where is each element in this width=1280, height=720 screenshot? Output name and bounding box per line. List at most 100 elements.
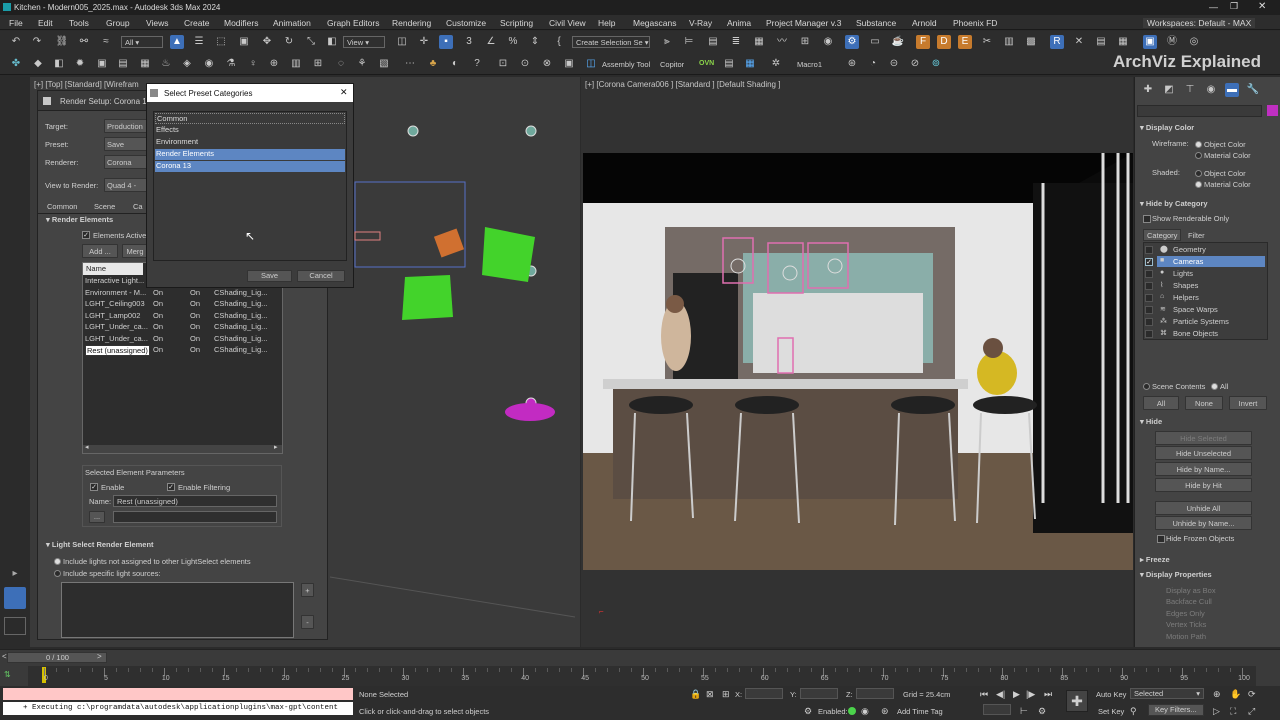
hierarchy-tab-icon[interactable]: ⊤ [1183, 83, 1197, 97]
key-filter-icon[interactable]: ⚲ [1130, 706, 1137, 717]
fov-icon[interactable]: ▷ [1213, 706, 1220, 717]
create-tab-icon[interactable]: ✚ [1141, 83, 1155, 97]
category-checkbox[interactable] [1145, 270, 1153, 278]
light-icon[interactable]: ♨ [159, 57, 173, 71]
menu-file[interactable]: File [9, 18, 23, 28]
menu-vray[interactable]: V-Ray [689, 18, 712, 28]
isolate-icon[interactable]: ◉ [861, 706, 869, 717]
category-item-label[interactable]: Bone Objects [1173, 329, 1218, 338]
tab-scene[interactable]: Scene [94, 202, 115, 213]
tool4-icon[interactable]: R [1050, 35, 1064, 49]
time-next-icon[interactable]: > [97, 652, 102, 661]
tool-v-icon[interactable]: ▤ [722, 57, 736, 71]
prev-frame-icon[interactable]: ◀| [996, 689, 1005, 700]
tool-r-icon[interactable]: ⊙ [518, 57, 532, 71]
camera-viewport-label[interactable]: [+] [Corona Camera006 ] [Standard ] [Def… [585, 80, 780, 89]
ribbon-icon[interactable]: ▦ [752, 35, 766, 49]
viewport-layout-icon[interactable] [4, 587, 26, 609]
all-radio[interactable] [1211, 383, 1218, 390]
tool-o-icon[interactable]: ⋯ [403, 57, 417, 71]
pivot-icon[interactable]: ◫ [395, 35, 409, 49]
menu-help[interactable]: Help [598, 18, 615, 28]
layer-explorer-icon[interactable]: ≣ [729, 35, 743, 49]
tool-f-icon[interactable]: ◈ [180, 57, 194, 71]
align-icon[interactable]: ⊨ [682, 35, 696, 49]
mirror-icon[interactable]: ⫸ [660, 35, 674, 49]
category-checkbox[interactable] [1145, 246, 1153, 254]
current-frame-field[interactable] [983, 704, 1011, 715]
tool-s-icon[interactable]: ⊗ [540, 57, 554, 71]
menu-anima[interactable]: Anima [727, 18, 751, 28]
preset-dialog-close-icon[interactable]: ✕ [340, 87, 348, 98]
tab-filter[interactable]: Filter [1188, 231, 1205, 240]
wire-object-color-radio[interactable] [1195, 141, 1202, 148]
include-unassigned-radio[interactable] [54, 558, 61, 565]
z-coord-field[interactable] [856, 688, 894, 699]
element-name-input[interactable]: Rest (unassigned) [113, 495, 277, 507]
tool-e-icon[interactable]: ▦ [138, 57, 152, 71]
selection-lock-icon[interactable]: ⊠ [706, 689, 714, 700]
pan-icon[interactable]: ✋ [1230, 689, 1241, 700]
curve-editor-icon[interactable]: 〰 [775, 35, 789, 49]
motion-path-label[interactable]: Motion Path [1166, 632, 1206, 641]
unlink-icon[interactable]: ⚯ [77, 35, 91, 49]
renderer-dropdown[interactable]: Corona [104, 155, 148, 169]
tab-camera[interactable]: Ca [133, 202, 143, 213]
tool-a-icon[interactable]: ◆ [31, 57, 45, 71]
tool-p-icon[interactable]: ◐ [448, 57, 462, 71]
close-icon[interactable]: ✕ [1258, 1, 1266, 12]
category-item-label[interactable]: Cameras [1173, 257, 1203, 266]
menu-scripting[interactable]: Scripting [500, 18, 533, 28]
browse-button[interactable]: ... [89, 511, 105, 523]
menu-arnold[interactable]: Arnold [912, 18, 937, 28]
tool-n-icon[interactable]: ▧ [377, 57, 391, 71]
scene-icon[interactable]: ✤ [9, 57, 23, 71]
track-bar-icon[interactable]: ⇅ [4, 670, 11, 679]
category-checkbox[interactable] [1145, 318, 1153, 326]
tool-w-icon[interactable]: ▦ [743, 57, 757, 71]
category-item-label[interactable]: Lights [1173, 269, 1193, 278]
hide-selected-button[interactable]: Hide Selected [1155, 431, 1252, 445]
tool-g-icon[interactable]: ◉ [202, 57, 216, 71]
material-editor-icon[interactable]: ◉ [821, 35, 835, 49]
category-checkbox-cameras[interactable]: ✓ [1145, 258, 1153, 266]
display-as-box-label[interactable]: Display as Box [1166, 586, 1216, 595]
schematic-view-icon[interactable]: ⊞ [798, 35, 812, 49]
menu-phoenix-fd[interactable]: Phoenix FD [953, 18, 997, 28]
add-time-tag[interactable]: Add Time Tag [897, 707, 943, 716]
merge-button[interactable]: Merg [122, 244, 148, 258]
view-to-render-dropdown[interactable]: Quad 4 - Co [104, 178, 148, 192]
camera-viewport[interactable]: [+] [Corona Camera006 ] [Standard ] [Def… [581, 77, 1133, 647]
menu-tools[interactable]: Tools [69, 18, 89, 28]
scale-icon[interactable]: ⤡ [304, 35, 318, 49]
preset-cancel-button[interactable]: Cancel [297, 270, 345, 282]
angle-snap-icon[interactable]: ∠ [484, 35, 498, 49]
scene-contents-radio[interactable] [1143, 383, 1150, 390]
element-row-name[interactable]: Rest (unassigned) [85, 345, 150, 356]
move-icon[interactable]: ✥ [260, 35, 274, 49]
element-row-enabled[interactable]: On [153, 334, 163, 345]
tool-k-icon[interactable]: ⊞ [311, 57, 325, 71]
display-tab-icon[interactable]: ▬ [1225, 83, 1239, 97]
key-filters-button[interactable]: Key Filters... [1148, 704, 1204, 716]
element-row-type[interactable]: CShading_Lig... [214, 322, 267, 333]
tool-t-icon[interactable]: ▣ [562, 57, 576, 71]
time-slider[interactable]: 0 / 100 [7, 652, 107, 663]
hide-frozen-checkbox[interactable] [1157, 535, 1165, 543]
go-to-end-icon[interactable]: ⏭ [1044, 689, 1052, 700]
play-icon[interactable]: ▶ [1013, 689, 1020, 700]
plugin-e-icon[interactable]: E [958, 35, 972, 49]
menu-civil-view[interactable]: Civil View [549, 18, 586, 28]
category-item-label[interactable]: Particle Systems [1173, 317, 1229, 326]
maxscript-output[interactable]: + Executing c:\programdata\autodesk\appl… [3, 702, 353, 715]
time-config-icon[interactable]: ⚙ [1038, 706, 1046, 717]
show-renderable-checkbox[interactable] [1143, 215, 1151, 223]
selection-filter-dropdown[interactable]: All ▾ [121, 36, 163, 48]
element-row-name[interactable]: LGHT_Lamp002 [85, 311, 140, 322]
unhide-all-button[interactable]: Unhide All [1155, 501, 1252, 515]
unhide-by-name-button[interactable]: Unhide by Name... [1155, 516, 1252, 530]
remove-light-button[interactable]: - [301, 615, 314, 629]
preset-dialog-titlebar[interactable]: Select Preset Categories ✕ [147, 84, 353, 102]
motion-tab-icon[interactable]: ◉ [1204, 83, 1218, 97]
x-coord-field[interactable] [745, 688, 783, 699]
